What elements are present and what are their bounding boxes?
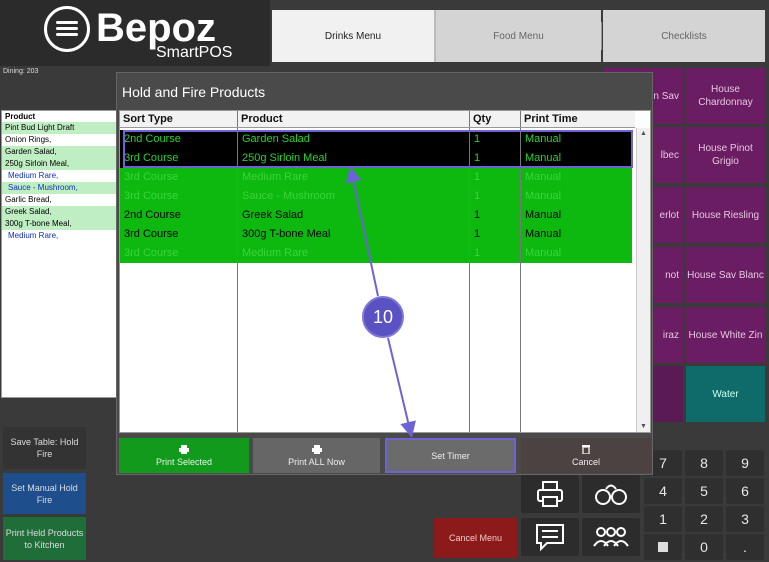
annotation-arrows <box>345 166 416 438</box>
annotation-arrow-up <box>345 166 379 297</box>
step-number-badge: 10 <box>362 296 404 338</box>
annotation-arrow-down <box>387 337 416 438</box>
